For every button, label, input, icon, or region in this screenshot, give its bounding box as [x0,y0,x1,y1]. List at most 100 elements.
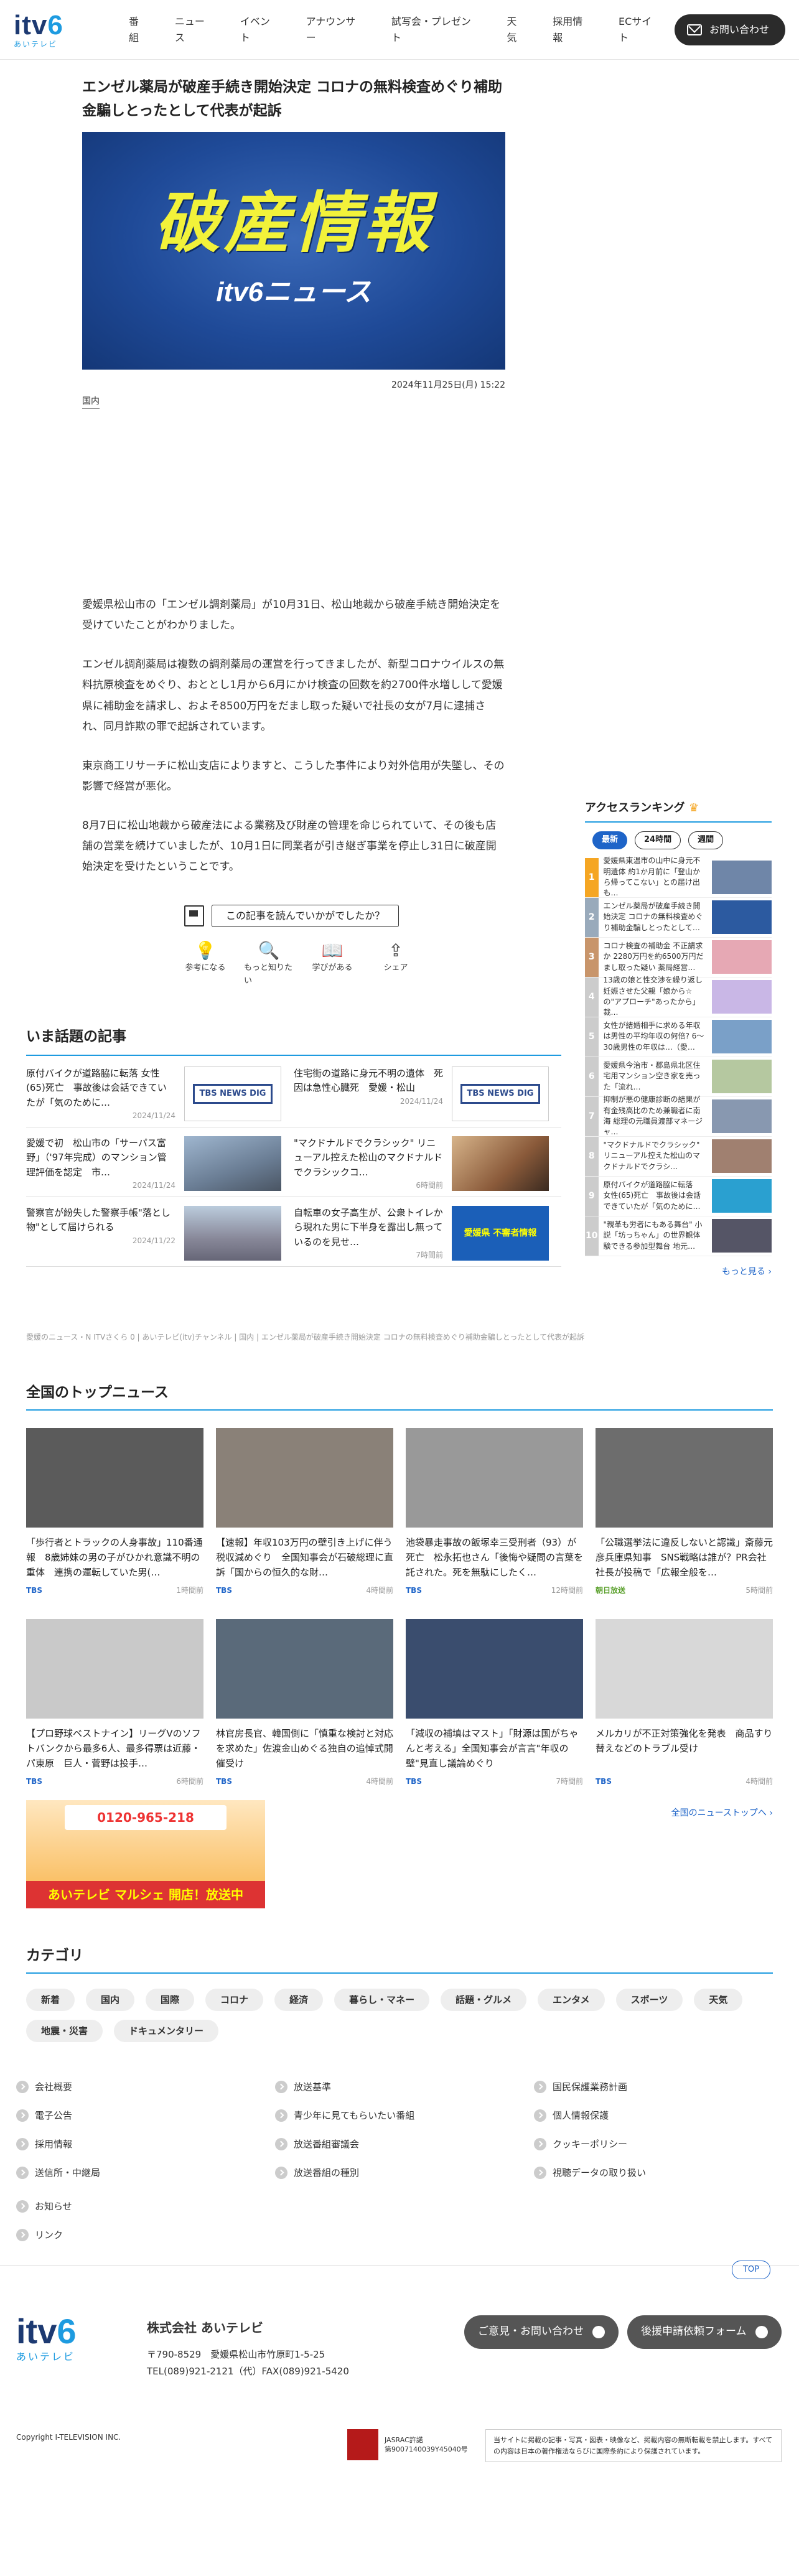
ranking-item[interactable]: 5 女性が結婚相手に求める年収は男性の平均年収の何倍? 6～30歳男性の年収は…（… [585,1017,772,1057]
reaction-button[interactable]: 📖 学びがある [307,940,357,988]
ranking-number: 6 [585,1057,599,1096]
ranking-tab[interactable]: 最新 [592,831,628,849]
access-ranking: アクセスランキング ♛ 最新 24時間 週間 1 愛媛県東温市の山中に身元不明遺体 約… [585,800,772,1279]
footer-link-label: 国民保護業務計画 [553,2081,628,2093]
ranking-item[interactable]: 2 エンゼル薬局が破産手続き開始決定 コロナの無料検査めぐり補助金騙しとったとして… [585,897,772,938]
category-chip[interactable]: 暮らし・マネー [334,1988,430,2011]
ranking-item[interactable]: 9 原付バイクが道路脇に転落 女性(65)死亡 事故後は会話できていたが「気のため… [585,1176,772,1216]
reaction-button[interactable]: 🔍 もっと知りたい [244,940,294,988]
footer-link[interactable]: 会社概要 [16,2079,275,2094]
footer-link[interactable]: 放送基準 [275,2079,534,2094]
news-card[interactable]: 「歩行者とトラックの人身事故」110番通報 8歳姉妹の男の子がひかれ意識不明の重… [26,1427,203,1597]
news-title: 「歩行者とトラックの人身事故」110番通報 8歳姉妹の男の子がひかれ意識不明の重… [26,1536,203,1578]
trending-item[interactable]: "マクドナルドでクラシック" リニューアル控えた松山のマクドナルドでクラシックコ… [294,1127,561,1197]
nav-item[interactable]: 天気 [493,14,540,45]
trending-item[interactable]: 原付バイクが道路脇に転落 女性(65)死亡 事故後は会話できていたが「気のために… [26,1058,294,1127]
category-chip[interactable]: 新着 [26,1988,75,2011]
nav-item[interactable]: 採用情報 [540,14,605,45]
trending-item[interactable]: 警察官が紛失した警察手帳"落とし物"として届けられる 2024/11/22 [26,1197,294,1267]
ranking-tab[interactable]: 24時間 [635,831,681,849]
news-time: 1時間前 [176,1585,203,1595]
footer-link[interactable]: 放送番組の種別 [275,2165,534,2180]
ranking-item[interactable]: 3 コロナ検査の補助金 不正請求か 2280万円を約6500万円だまし取った疑い … [585,937,772,978]
category-chip[interactable]: コロナ [205,1988,264,2011]
trending-item[interactable]: 住宅街の道路に身元不明の遺体 死因は急性心臓死 愛媛・松山 2024/11/24 T… [294,1058,561,1127]
news-card[interactable]: 林官房長官、韓国側に「慎重な検討と対応を求めた」佐渡金山めぐる独自の追悼式開催受… [216,1618,393,1788]
nav-item[interactable]: 試写会・プレゼント [378,14,493,45]
ranking-title: 愛媛県東温市の山中に身元不明遺体 約1か月前に「登山から帰ってこない」との届け出… [603,856,701,898]
site-header: itv6 あいテレビ 番組 ニュース イベント アナウンサー 試写会・プレゼント 天気 採用… [0,0,799,60]
news-card[interactable]: 「公職選挙法に違反しないと認識」斎藤元彦兵庫県知事 SNS戦略は誰が？PR会社社… [596,1427,773,1597]
chevron-right-icon [275,2138,287,2150]
footer-link[interactable]: 国民保護業務計画 [534,2079,793,2094]
reaction-button[interactable]: ⇪ シェア [371,940,421,988]
ranking-item[interactable]: 4 13歳の娘と性交渉を繰り返し妊娠させた父親「娘から☆の"アプローチ"あったから… [585,976,772,1017]
news-card[interactable]: メルカリが不正対策強化を発表 商品すり替えなどのトラブル受け TBS 4時間前 [596,1618,773,1788]
ranking-title: "親革も労者にもある舞台" 小説「坊っちゃん」の世界観体験できる参加型舞台 地元… [603,1220,703,1251]
news-image [596,1427,773,1528]
promo-banner[interactable]: 0120-965-218 あいテレビ マルシェ 開店！放送中 [26,1800,265,1908]
ranking-number: 1 [585,857,599,897]
trending-item[interactable]: 愛媛で初 松山市の「サーパス富野」（'97年完成）のマンション管理評価を認定 市… [26,1127,294,1197]
footer-link[interactable]: お知らせ [16,2199,72,2214]
reaction-button[interactable]: 💡 参考になる [180,940,230,988]
ranking-more-link[interactable]: もっと見る › [585,1265,772,1279]
ranking-item[interactable]: 8 "マクドナルドでクラシック" リニューアル控えた松山のマクドナルドでクラシ… [585,1136,772,1177]
category-chip[interactable]: 国際 [146,1988,195,2011]
news-title: 【プロ野球ベストナイン】リーグVのソフトバンクから最多6人、最多得票は近藤・パ東… [26,1727,201,1769]
ranking-title: "マクドナルドでクラシック" リニューアル控えた松山のマクドナルドでクラシ… [603,1141,700,1171]
contact-button[interactable]: お問い合わせ [674,14,785,45]
nav-item[interactable]: イベント [227,14,293,45]
inquiry-button[interactable]: ご意見・お問い合わせ [464,2315,619,2349]
footer-link[interactable]: 個人情報保護 [534,2108,793,2123]
category-chip[interactable]: エンタメ [538,1988,605,2011]
ranking-item[interactable]: 10 "親革も労者にもある舞台" 小説「坊っちゃん」の世界観体験できる参加型舞台 … [585,1216,772,1256]
reaction-label: 参考になる [185,963,226,973]
footer-link[interactable]: 視聴データの取り扱い [534,2165,793,2180]
ranking-item[interactable]: 7 抑制が悪の健康診断の結果が有金残高比のため兼職者に南海 総理の元職員渡部マネー… [585,1095,772,1137]
footer-link[interactable]: クッキーポリシー [534,2137,793,2152]
site-logo[interactable]: itv6 あいテレビ [14,11,95,48]
ranking-item[interactable]: 1 愛媛県東温市の山中に身元不明遺体 約1か月前に「登山から帰ってこない」との届け… [585,856,772,898]
ranking-number: 4 [585,977,599,1017]
ranking-tab[interactable]: 週間 [688,831,724,849]
trending-title-text: 自転車の女子高生が、公衆トイレから現れた男に下半身を露出し無っているのを見せ… [294,1207,443,1248]
footer-logo[interactable]: itv6 あいテレビ [16,2314,77,2365]
trending-title-text: 住宅街の道路に身元不明の遺体 死因は急性心臓死 愛媛・松山 [294,1068,444,1094]
footer-link[interactable]: 放送番組審議会 [275,2137,534,2152]
news-card[interactable]: 【速報】年収103万円の壁引き上げに伴う税収減めぐり 全国知事会が石破総理に直訴… [216,1427,393,1597]
chevron-right-icon [16,2229,29,2241]
chevron-right-icon [16,2138,29,2150]
category-chip[interactable]: 経済 [274,1988,324,2011]
category-chip[interactable]: 天気 [694,1988,743,2011]
news-image [406,1618,583,1719]
footer-link[interactable]: リンク [16,2228,72,2242]
category-chip[interactable]: 国内 [86,1988,135,2011]
footer-link[interactable]: 電子公告 [16,2108,275,2123]
news-time: 4時間前 [366,1585,393,1595]
news-card[interactable]: 「減収の補填はマスト」「財源は国がちゃんと考える」全国知事会が言言"年収の壁"見… [406,1618,583,1788]
article-category[interactable]: 国内 [82,394,100,409]
nav-item[interactable]: 番組 [116,14,162,45]
news-card[interactable]: 池袋暴走事故の飯塚幸三受刑者（93）が死亡 松永拓也さん「後悔や疑問の言葉を託さ… [406,1427,583,1597]
category-chip[interactable]: ドキュメンタリー [114,2019,219,2042]
news-title: 林官房長官、韓国側に「慎重な検討と対応を求めた」佐渡金山めぐる独自の追悼式開催受… [216,1727,393,1769]
footer-link[interactable]: 青少年に見てもらいたい番組 [275,2108,534,2123]
book-icon: 📖 [321,940,343,961]
category-chip[interactable]: スポーツ [615,1988,683,2011]
category-chip[interactable]: 話題・グルメ [441,1988,527,2011]
article-paragraph: エンゼル調剤薬局は複数の調剤薬局の運営を行ってきましたが、新型コロナウイルスの無… [82,658,505,733]
ranking-item[interactable]: 6 愛媛県今治市・郡島県北区住宅用マンション空き家を売った「流れ… [585,1057,772,1097]
arrow-icon [592,2326,605,2338]
trending-item[interactable]: 自転車の女子高生が、公衆トイレから現れた男に下半身を露出し無っているのを見せ… 7… [294,1197,561,1267]
category-chip[interactable]: 地震・災害 [26,2019,103,2042]
news-card[interactable]: 【プロ野球ベストナイン】リーグVのソフトバンクから最多6人、最多得票は近藤・パ東… [26,1618,203,1788]
nav-item[interactable]: ECサイト [605,14,675,45]
sponsorship-form-button[interactable]: 後援申請依頼フォーム [627,2315,782,2349]
breadcrumb[interactable]: 愛媛のニュース・N ITVさくら 0 | あいテレビ(itv)チャンネル | 国… [26,1332,584,1343]
footer-link[interactable]: 採用情報 [16,2137,275,2152]
footer-link[interactable]: 送信所・中継局 [16,2165,275,2180]
nav-item[interactable]: ニュース [162,14,227,45]
footer-link-label: お知らせ [35,2201,72,2212]
nav-item[interactable]: アナウンサー [293,14,378,45]
